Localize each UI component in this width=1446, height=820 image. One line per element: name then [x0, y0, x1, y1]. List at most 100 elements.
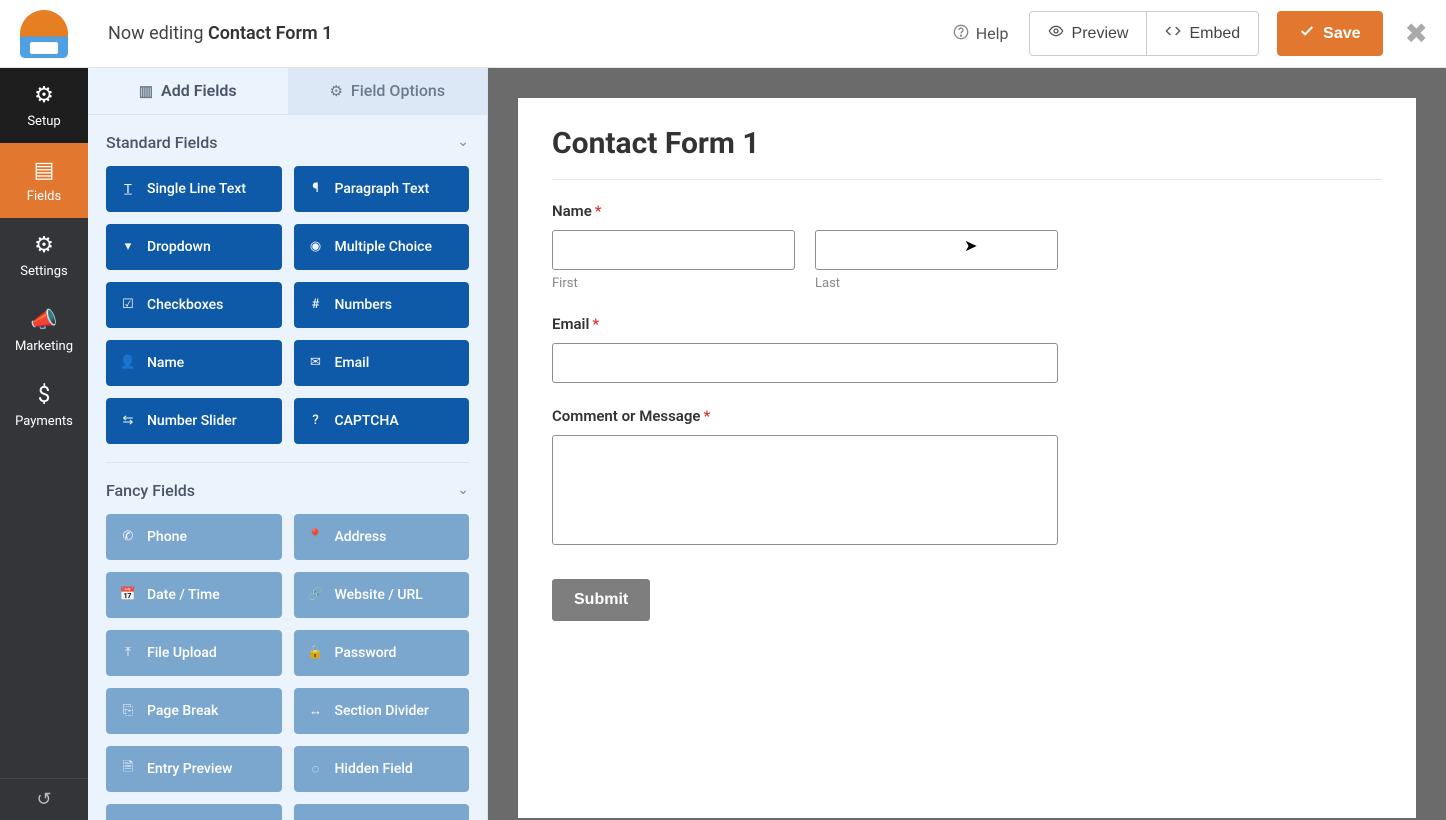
captcha-icon: ? — [308, 413, 324, 428]
field-website-url[interactable]: 🔗 Website / URL — [294, 572, 470, 618]
close-button[interactable]: ✖ — [1405, 17, 1428, 50]
nav-fields-label: Fields — [27, 189, 61, 204]
field-label: Date / Time — [147, 587, 220, 603]
field-address[interactable]: 📍Address — [294, 514, 470, 560]
editing-prefix: Now editing — [108, 23, 208, 44]
undo-icon: ↺ — [36, 789, 51, 810]
field-html[interactable]: </>HTML — [106, 804, 282, 820]
section-standard-fields[interactable]: Standard Fields ⌄ — [106, 115, 469, 166]
form-preview: Contact Form 1 Name* First Last Email* — [518, 98, 1416, 818]
panel-tabs: ▥ Add Fields ⚙ Field Options — [88, 68, 487, 115]
tab-add-fields[interactable]: ▥ Add Fields — [88, 68, 288, 114]
field-label: Dropdown — [147, 239, 211, 255]
fields-icon: ▤ — [34, 158, 55, 183]
field-label: Address — [335, 529, 387, 545]
sliders-icon: ⚙ — [34, 233, 54, 258]
section-divider-icon: ↔ — [308, 703, 324, 719]
field-dropdown[interactable]: ▾ Dropdown — [106, 224, 282, 270]
required-asterisk: * — [595, 202, 602, 220]
numbers-icon: # — [308, 297, 324, 312]
comment-textarea[interactable] — [552, 435, 1058, 545]
dropdown-icon: ▾ — [120, 239, 136, 254]
field-page-break[interactable]: ⎘Page Break — [106, 688, 282, 734]
first-name-input[interactable] — [552, 230, 795, 270]
section-fancy-fields[interactable]: Fancy Fields ⌄ — [106, 462, 469, 514]
name-label: Name* — [552, 202, 1382, 220]
email-icon: ✉ — [308, 355, 324, 370]
field-label: Phone — [147, 529, 187, 545]
field-phone[interactable]: ✆Phone — [106, 514, 282, 560]
name-label-text: Name — [552, 202, 592, 220]
gear-icon: ⚙ — [34, 83, 54, 108]
tab-field-options[interactable]: ⚙ Field Options — [288, 68, 488, 114]
checkboxes-icon: ☑ — [120, 297, 136, 312]
field-label: Checkboxes — [147, 297, 223, 313]
eye-icon — [1048, 23, 1064, 44]
field-label: Section Divider — [335, 703, 429, 719]
entry-preview-icon: 🗎 — [120, 758, 136, 780]
nav-fields[interactable]: ▤ Fields — [0, 143, 88, 218]
nav-marketing[interactable]: 📣 Marketing — [0, 293, 88, 368]
nav-settings[interactable]: ⚙ Settings — [0, 218, 88, 293]
field-label: Website / URL — [335, 587, 423, 603]
password-icon: 🔒 — [308, 645, 324, 660]
field-password[interactable]: 🔒 Password — [294, 630, 470, 676]
field-captcha[interactable]: ?CAPTCHA — [294, 398, 470, 444]
field-label: Number Slider — [147, 413, 237, 429]
help-link[interactable]: Help — [953, 24, 1009, 44]
field-numbers[interactable]: # Numbers — [294, 282, 470, 328]
field-label: Entry Preview — [147, 761, 232, 777]
field-file-upload[interactable]: ⤒File Upload — [106, 630, 282, 676]
preview-button[interactable]: Preview — [1030, 12, 1147, 55]
field-multiple-choice[interactable]: ◉Multiple Choice — [294, 224, 470, 270]
field-label: Paragraph Text — [335, 181, 430, 197]
editing-title: Now editing Contact Form 1 — [108, 23, 332, 44]
side-panel: ▥ Add Fields ⚙ Field Options Standard Fi… — [88, 68, 488, 820]
field-single-line-text[interactable]: T̲Single Line Text — [106, 166, 282, 212]
nav-payments[interactable]: $ Payments — [0, 368, 88, 443]
code-icon — [1165, 23, 1181, 44]
preview-embed-group: Preview Embed — [1029, 11, 1260, 56]
tab-add-fields-label: Add Fields — [161, 81, 237, 100]
field-number-slider[interactable]: ⇆Number Slider — [106, 398, 282, 444]
nav-setup-label: Setup — [27, 114, 60, 129]
field-name[interactable]: 👤 Name — [106, 340, 282, 386]
help-icon — [953, 24, 969, 44]
website-url-icon: 🔗 — [308, 587, 324, 602]
paragraph-text-icon: ¶ — [308, 181, 324, 196]
field-label: Numbers — [335, 297, 392, 313]
add-fields-icon: ▥ — [139, 82, 153, 100]
field-label: Email — [335, 355, 370, 371]
field-entry-preview[interactable]: 🗎 Entry Preview — [106, 746, 282, 792]
first-name-sublabel: First — [552, 276, 795, 291]
form-title: Contact Form 1 — [552, 126, 1382, 161]
submit-button[interactable]: Submit — [552, 579, 650, 621]
file-upload-icon: ⤒ — [120, 645, 136, 660]
field-label: Password — [335, 645, 397, 661]
field-label: Name — [147, 355, 184, 371]
name-icon: 👤 — [120, 355, 136, 370]
field-section-divider[interactable]: ↔ Section Divider — [294, 688, 470, 734]
single-line-text-icon: T̲ — [120, 181, 136, 197]
field-hidden-field[interactable]: ◌Hidden Field — [294, 746, 470, 792]
form-canvas: Contact Form 1 Name* First Last Email* — [488, 68, 1446, 820]
nav-setup[interactable]: ⚙ Setup — [0, 68, 88, 143]
field-rating[interactable]: ★Rating — [294, 804, 470, 820]
save-button[interactable]: Save — [1277, 11, 1382, 56]
comment-label-text: Comment or Message — [552, 407, 700, 425]
field-paragraph-text[interactable]: ¶ Paragraph Text — [294, 166, 470, 212]
chevron-down-icon: ⌄ — [457, 482, 469, 498]
nav-marketing-label: Marketing — [15, 339, 73, 354]
embed-button[interactable]: Embed — [1146, 12, 1258, 55]
field-options-icon: ⚙ — [329, 82, 342, 100]
date-time-icon: 📅 — [120, 587, 136, 602]
field-checkboxes[interactable]: ☑ Checkboxes — [106, 282, 282, 328]
page-break-icon: ⎘ — [120, 703, 136, 718]
email-input[interactable] — [552, 343, 1058, 383]
top-bar: Now editing Contact Form 1 Help Preview … — [0, 0, 1446, 68]
email-label: Email* — [552, 315, 1382, 333]
nav-undo[interactable]: ↺ — [0, 778, 88, 820]
field-date-time[interactable]: 📅 Date / Time — [106, 572, 282, 618]
last-name-input[interactable] — [815, 230, 1058, 270]
field-email[interactable]: ✉ Email — [294, 340, 470, 386]
